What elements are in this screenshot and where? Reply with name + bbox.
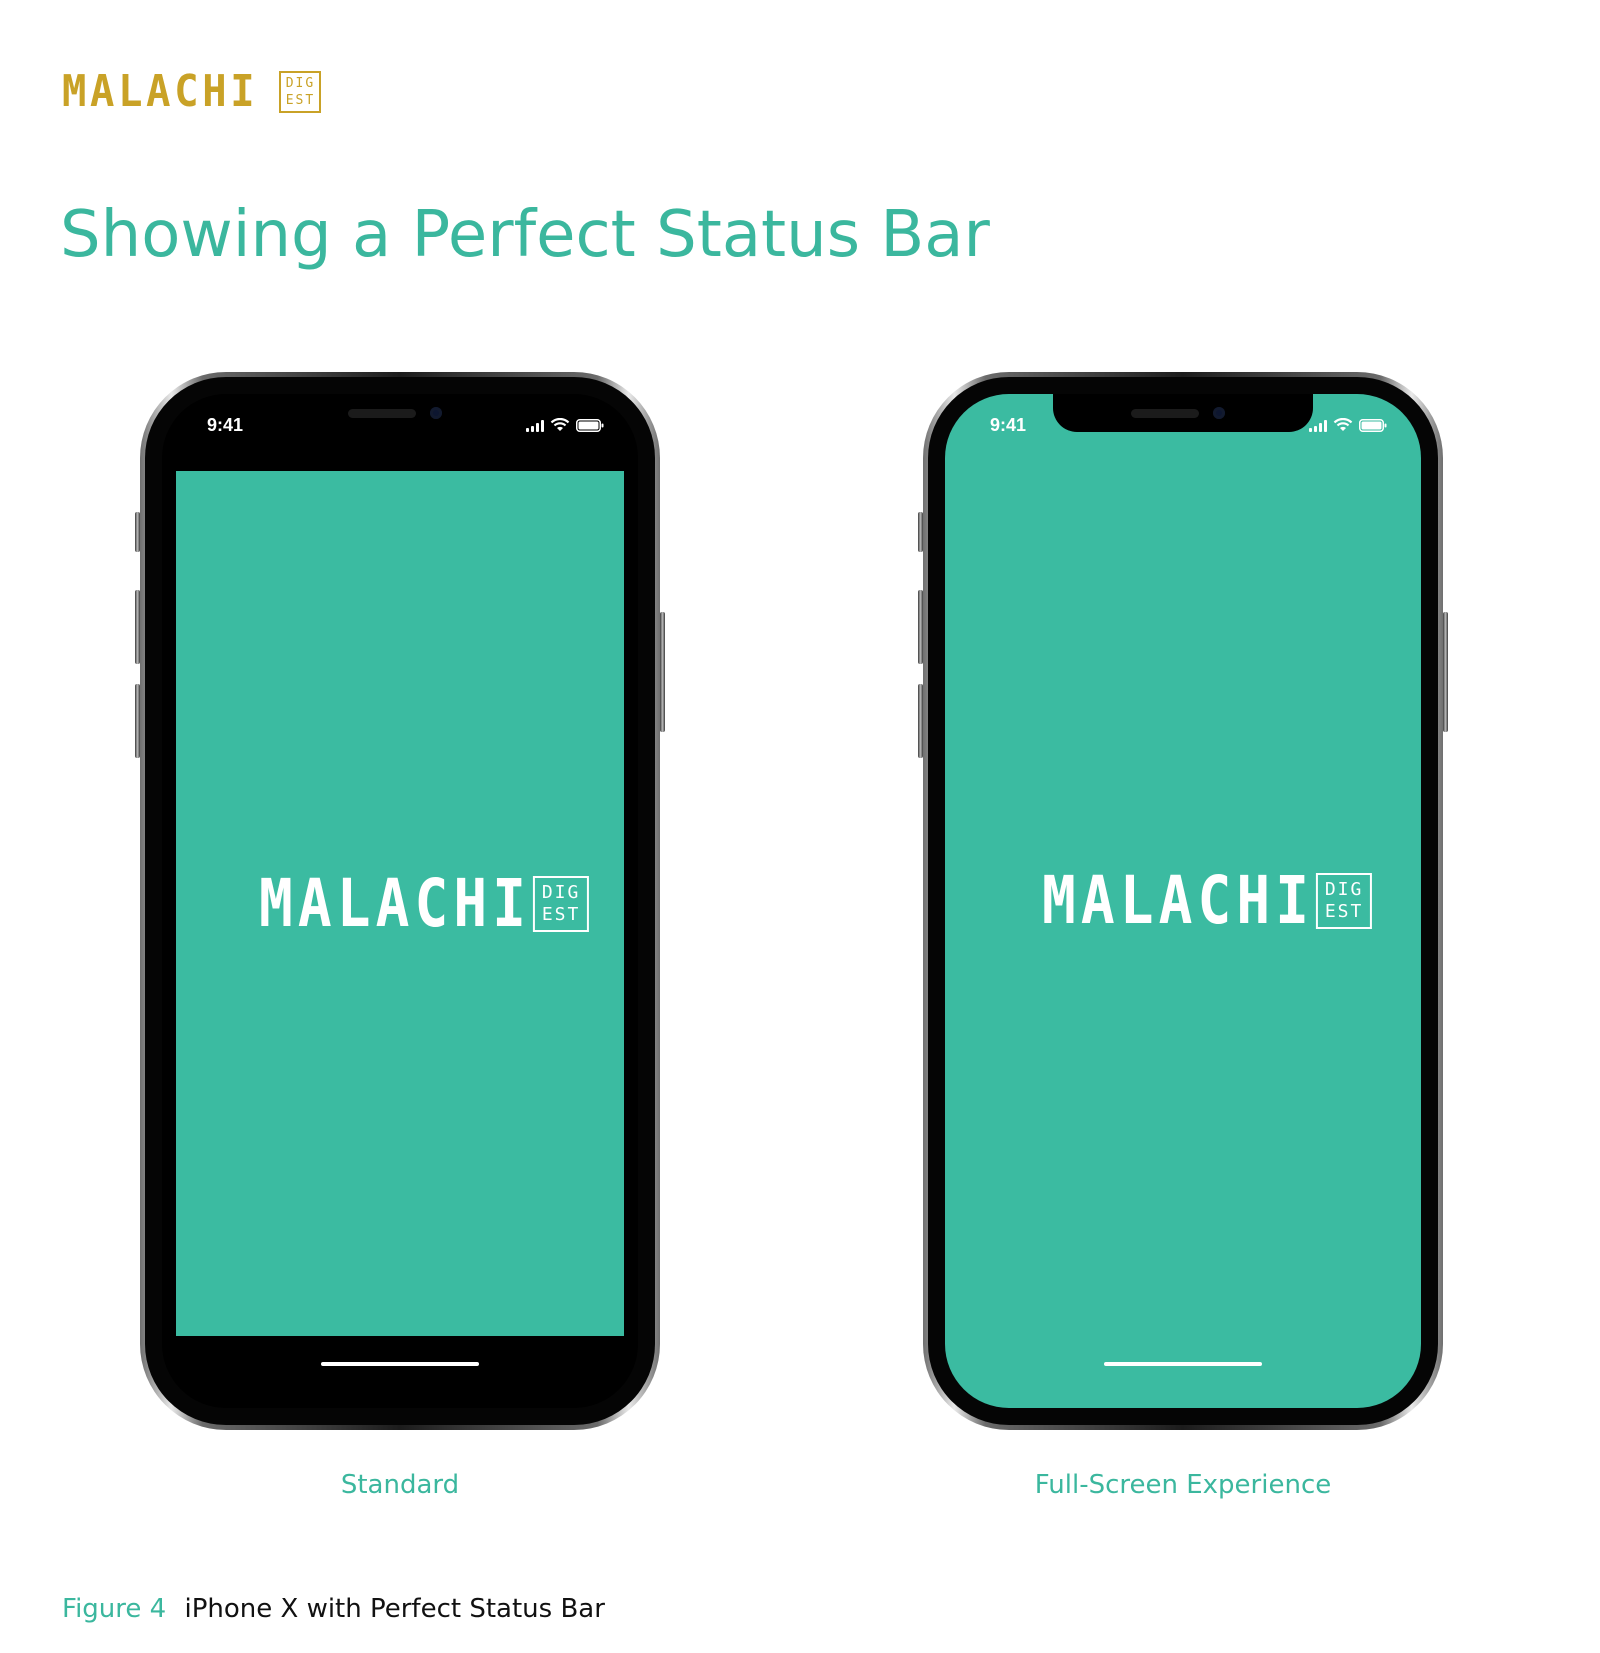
battery-icon — [576, 419, 604, 432]
side-button — [135, 512, 140, 552]
figure-number: Figure 4 — [62, 1594, 167, 1624]
status-icons — [526, 418, 604, 432]
power-button — [1443, 612, 1448, 732]
app-logo-badge-bottom: EST — [541, 903, 581, 925]
home-indicator[interactable] — [1104, 1362, 1262, 1366]
status-time: 9:41 — [207, 415, 244, 435]
app-logo-badge-bottom: EST — [1324, 901, 1364, 922]
side-button — [918, 512, 923, 552]
logo-badge: DIG EST — [279, 71, 322, 113]
wifi-icon — [550, 418, 570, 431]
app-logo-wordmark: MALACHI — [258, 864, 532, 942]
status-bar: 9:41 — [945, 410, 1421, 440]
caption-full-screen: Full-Screen Experience — [1034, 1470, 1332, 1500]
app-logo-badge: DIG EST — [533, 875, 590, 932]
wifi-icon — [1333, 418, 1353, 431]
signal-icon — [1309, 420, 1327, 432]
power-button — [660, 612, 665, 732]
phone-standard: 9:41 MALACHI DIG EST — [135, 372, 665, 1430]
home-indicator[interactable] — [321, 1362, 479, 1366]
phone-screen: 9:41 MALACHI DIG EST — [162, 394, 638, 1408]
status-bar: 9:41 — [162, 410, 638, 440]
volume-up-button — [135, 590, 140, 664]
caption-standard: Standard — [340, 1470, 460, 1500]
phone-screen: 9:41 MALACHI DIG EST — [945, 394, 1421, 1408]
figure-text: iPhone X with Perfect Status Bar — [184, 1594, 605, 1624]
signal-icon — [526, 420, 544, 432]
app-logo-badge: DIG EST — [1316, 873, 1373, 929]
app-logo-wordmark: MALACHI — [1041, 862, 1315, 939]
app-content: MALACHI DIG EST — [176, 471, 624, 1336]
status-icons — [1309, 418, 1387, 432]
header-logo: MALACHI DIG EST — [62, 66, 322, 117]
app-logo: MALACHI DIG EST — [211, 864, 590, 942]
phone-full-screen: 9:41 MALACHI DIG EST — [918, 372, 1448, 1430]
logo-wordmark: MALACHI — [62, 66, 259, 117]
page-title: Showing a Perfect Status Bar — [60, 198, 990, 272]
app-logo: MALACHI DIG EST — [994, 862, 1373, 939]
app-logo-badge-top: DIG — [1324, 879, 1364, 900]
logo-badge-bottom: EST — [285, 93, 316, 108]
volume-down-button — [135, 684, 140, 758]
volume-down-button — [918, 684, 923, 758]
app-logo-badge-top: DIG — [541, 881, 581, 903]
phone-bezel: 9:41 MALACHI DIG EST — [928, 377, 1438, 1425]
figure-caption: Figure 4 iPhone X with Perfect Status Ba… — [62, 1594, 605, 1624]
logo-badge-top: DIG — [285, 76, 316, 91]
volume-up-button — [918, 590, 923, 664]
status-time: 9:41 — [990, 415, 1027, 435]
battery-icon — [1359, 419, 1387, 432]
phone-bezel: 9:41 MALACHI DIG EST — [145, 377, 655, 1425]
